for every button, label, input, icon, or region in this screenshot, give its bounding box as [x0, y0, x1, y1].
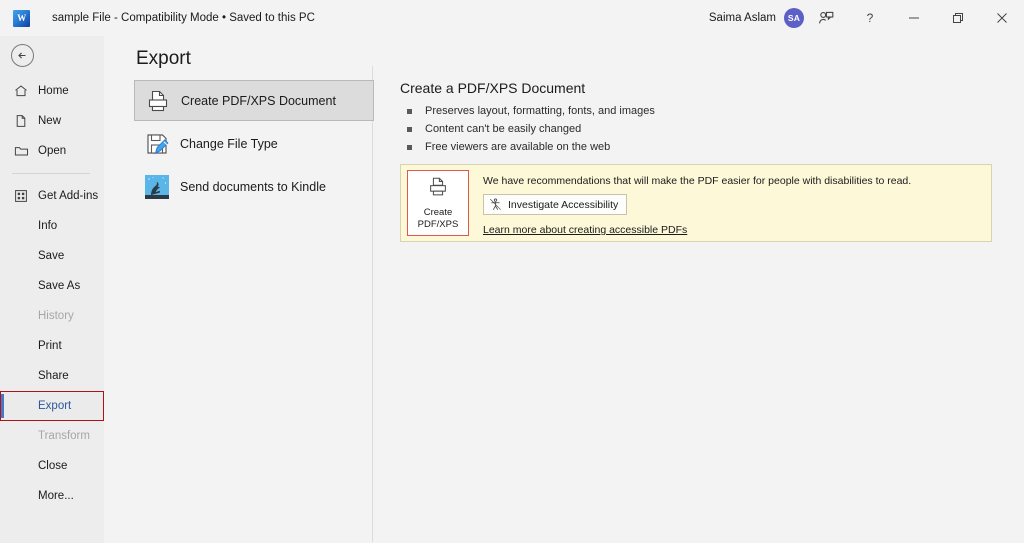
- title-bar-right-group: Saima Aslam SA ?: [709, 0, 1024, 36]
- title-bar: W sample File - Compatibility Mode • Sav…: [0, 0, 1024, 36]
- sidebar-items: Home New Open Get Add-ins Info Save Save…: [0, 76, 104, 511]
- create-button-line1: Create: [423, 206, 453, 218]
- sidebar-label: Share: [38, 370, 69, 382]
- sidebar-item-close[interactable]: Close: [0, 451, 104, 481]
- sidebar-item-save-as[interactable]: Save As: [0, 271, 104, 301]
- tile-change-file-type[interactable]: Change File Type: [134, 123, 374, 164]
- create-button-line2: PDF/XPS: [417, 218, 459, 230]
- close-icon[interactable]: [980, 1, 1024, 35]
- accessibility-notice: Create PDF/XPS We have recommendations t…: [400, 164, 992, 242]
- bullet-text: Content can't be easily changed: [425, 123, 582, 135]
- list-item: Free viewers are available on the web: [400, 139, 1000, 156]
- investigate-label: Investigate Accessibility: [508, 198, 619, 211]
- accessibility-person-icon: [489, 198, 502, 211]
- change-file-type-icon: [140, 127, 174, 161]
- pdf-printer-icon: [141, 84, 175, 118]
- restore-icon[interactable]: [936, 1, 980, 35]
- learn-more-link[interactable]: Learn more about creating accessible PDF…: [483, 224, 911, 236]
- tile-label: Create PDF/XPS Document: [181, 93, 336, 108]
- notice-body: We have recommendations that will make t…: [469, 165, 911, 241]
- list-item: Content can't be easily changed: [400, 121, 1000, 138]
- word-backstage-window: W sample File - Compatibility Mode • Sav…: [0, 0, 1024, 543]
- add-ins-grid-icon: [12, 188, 30, 204]
- tile-send-documents-to-kindle[interactable]: Send documents to Kindle: [134, 166, 374, 207]
- sidebar-label: History: [38, 310, 74, 322]
- list-item: Preserves layout, formatting, fonts, and…: [400, 103, 1000, 120]
- tile-label: Send documents to Kindle: [180, 179, 326, 194]
- detail-bullet-list: Preserves layout, formatting, fonts, and…: [400, 103, 1000, 156]
- backstage-sidebar: Home New Open Get Add-ins Info Save Save…: [0, 36, 104, 543]
- kindle-icon: [140, 170, 174, 204]
- pdf-printer-icon: [426, 176, 450, 203]
- back-arrow-icon[interactable]: [11, 44, 34, 67]
- svg-text:?: ?: [867, 11, 874, 25]
- sidebar-item-print[interactable]: Print: [0, 331, 104, 361]
- tile-label: Change File Type: [180, 136, 278, 151]
- tile-create-pdf-xps-document[interactable]: Create PDF/XPS Document: [134, 80, 374, 121]
- export-detail-panel: Create a PDF/XPS Document Preserves layo…: [400, 80, 1000, 157]
- open-folder-icon: [12, 143, 30, 159]
- new-document-icon: [12, 113, 30, 129]
- sidebar-label: Get Add-ins: [38, 190, 99, 202]
- detail-heading: Create a PDF/XPS Document: [400, 80, 586, 96]
- home-icon: [12, 83, 30, 99]
- bullet-text: Free viewers are available on the web: [425, 141, 611, 153]
- minimize-icon[interactable]: [892, 1, 936, 35]
- export-pane: Export Create PDF/XPS Document Change Fi…: [104, 36, 1024, 543]
- notice-message: We have recommendations that will make t…: [483, 175, 912, 187]
- create-pdf-xps-button[interactable]: Create PDF/XPS: [407, 170, 469, 236]
- sidebar-label: Open: [38, 145, 67, 157]
- sidebar-item-get-add-ins[interactable]: Get Add-ins: [0, 181, 104, 211]
- sidebar-label: Transform: [38, 430, 90, 442]
- sidebar-label: Home: [38, 85, 69, 97]
- sidebar-label: New: [38, 115, 62, 127]
- sidebar-item-info[interactable]: Info: [0, 211, 104, 241]
- sidebar-label: Save As: [38, 280, 81, 292]
- sidebar-item-more[interactable]: More...: [0, 481, 104, 511]
- avatar: SA: [784, 8, 804, 28]
- sidebar-item-history: History: [0, 301, 104, 331]
- sidebar-item-new[interactable]: New: [0, 106, 104, 136]
- sidebar-divider: [12, 173, 90, 174]
- user-name-label: Saima Aslam: [708, 12, 776, 24]
- share-person-icon[interactable]: [804, 1, 848, 35]
- bullet-text: Preserves layout, formatting, fonts, and…: [425, 105, 655, 117]
- sidebar-label: More...: [38, 490, 74, 502]
- sidebar-item-share[interactable]: Share: [0, 361, 104, 391]
- bullet-square-icon: [407, 145, 412, 150]
- page-title: Export: [136, 48, 191, 69]
- sidebar-label: Close: [38, 460, 68, 472]
- document-title: sample File - Compatibility Mode • Saved…: [52, 12, 315, 24]
- export-option-list: Create PDF/XPS Document Change File Type: [134, 80, 374, 209]
- help-icon[interactable]: ?: [848, 1, 892, 35]
- sidebar-label: Export: [38, 400, 72, 412]
- investigate-accessibility-button[interactable]: Investigate Accessibility: [483, 194, 628, 215]
- sidebar-item-export[interactable]: Export: [0, 391, 104, 421]
- sidebar-label: Info: [38, 220, 58, 232]
- sidebar-item-home[interactable]: Home: [0, 76, 104, 106]
- sidebar-label: Print: [38, 340, 62, 352]
- sidebar-item-transform: Transform: [0, 421, 104, 451]
- sidebar-item-save[interactable]: Save: [0, 241, 104, 271]
- sidebar-item-open[interactable]: Open: [0, 136, 104, 166]
- word-logo-icon: W: [13, 9, 30, 27]
- sidebar-label: Save: [38, 250, 65, 262]
- bullet-square-icon: [407, 109, 412, 114]
- bullet-square-icon: [407, 127, 412, 132]
